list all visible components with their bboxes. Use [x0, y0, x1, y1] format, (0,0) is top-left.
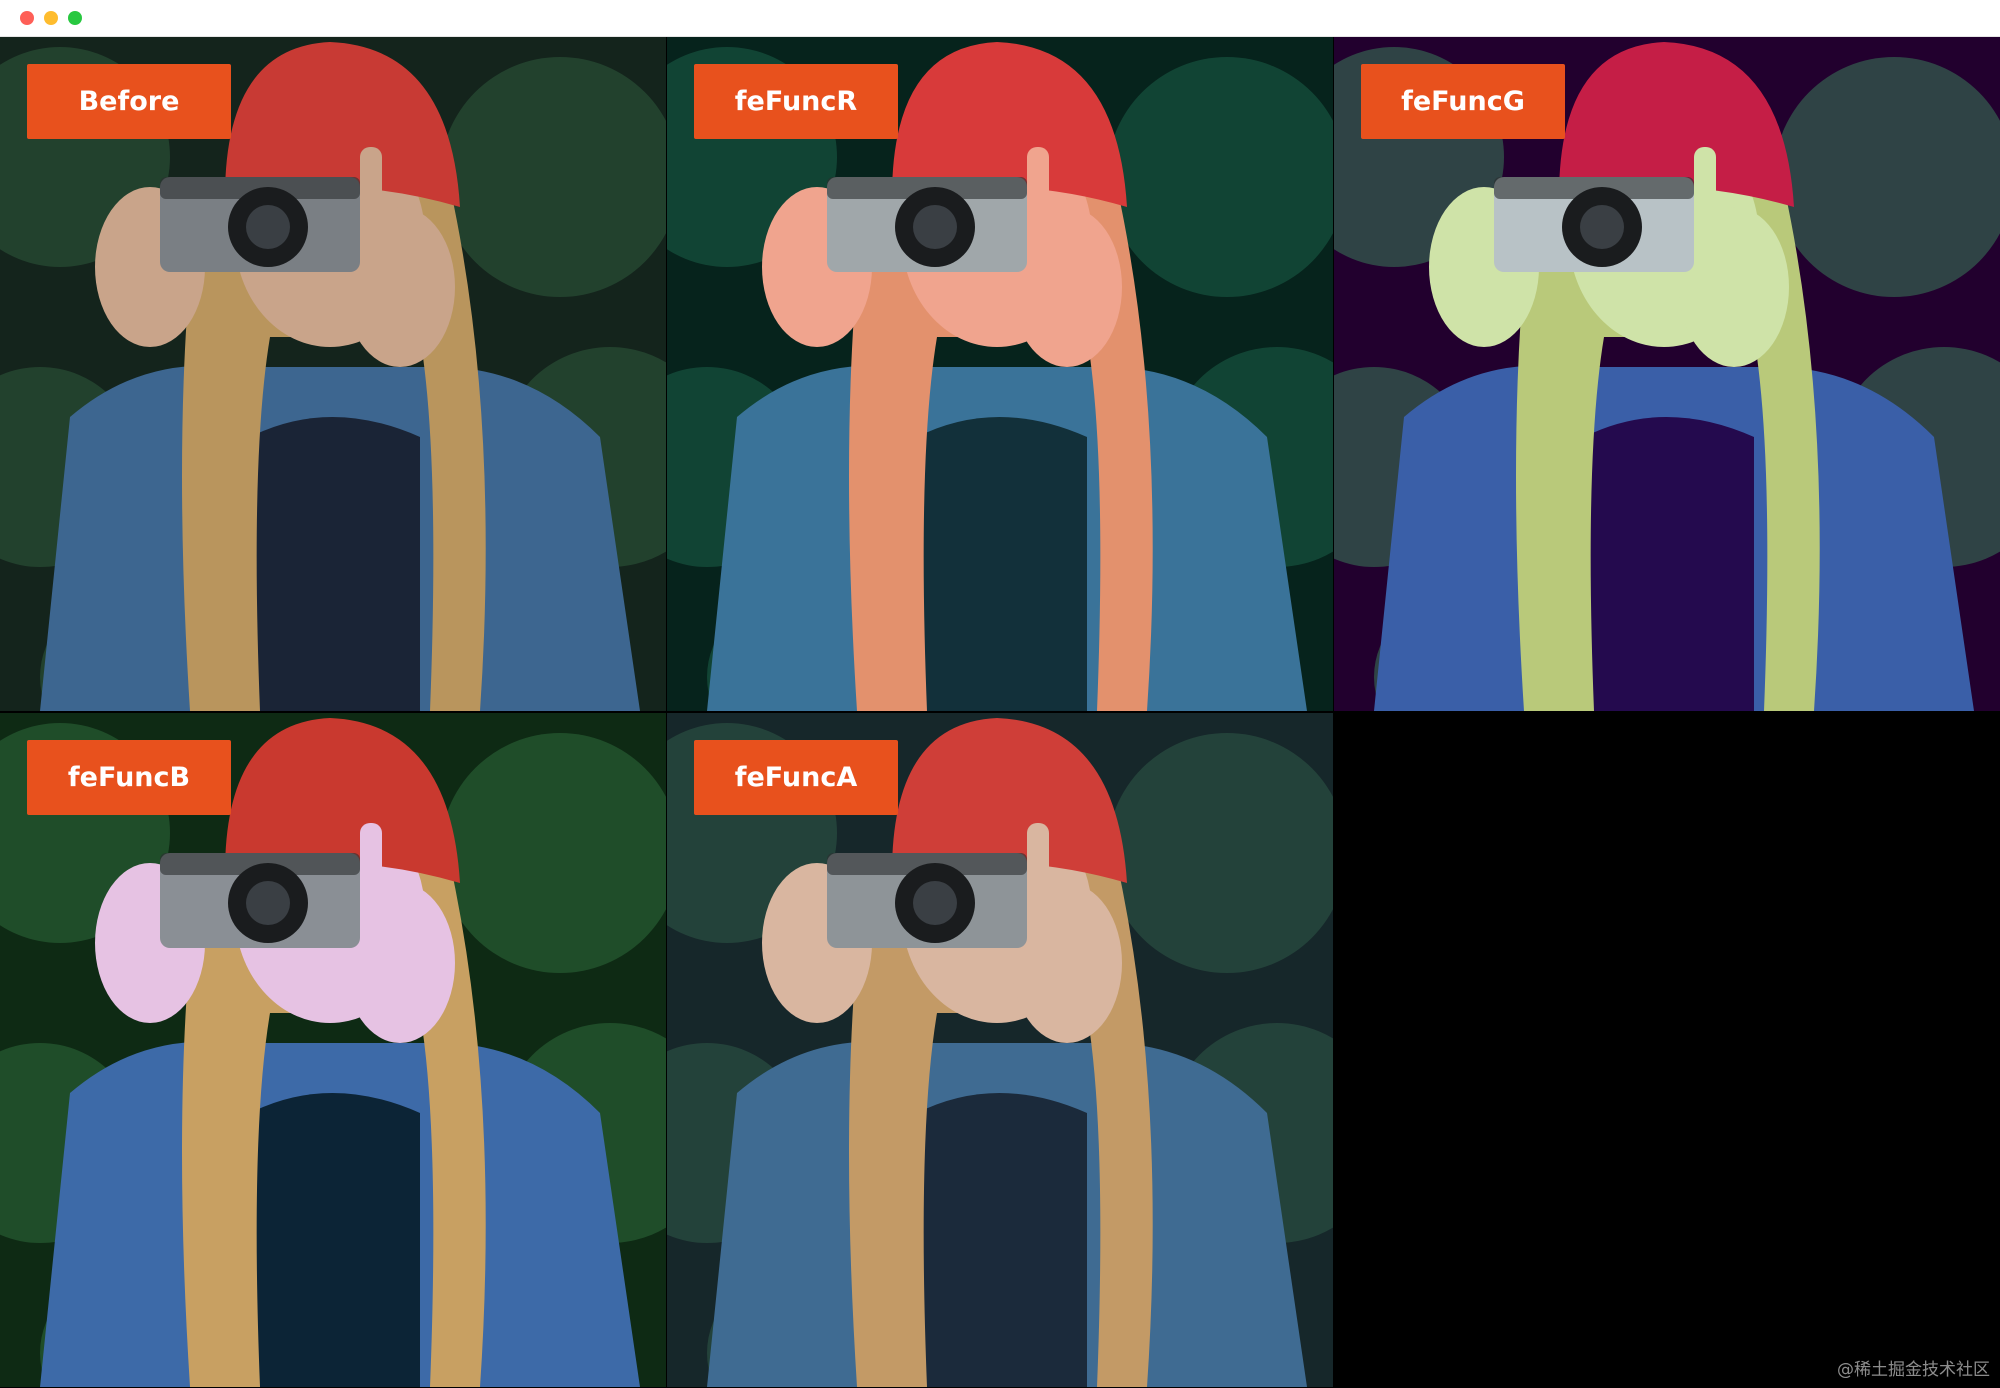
minimize-window-button[interactable]: [44, 11, 58, 25]
camera-lens-inner: [1580, 205, 1624, 249]
app-window: Before feFuncR feFuncG feFuncB feFuncA @…: [0, 0, 2000, 1388]
panel-label: feFuncB: [27, 740, 231, 815]
camera-lens-inner: [913, 205, 957, 249]
panel-fefunca: feFuncA: [667, 713, 1333, 1387]
panel-fefuncr: feFuncR: [667, 37, 1333, 711]
raised-finger: [1694, 147, 1716, 257]
raised-finger: [360, 823, 382, 933]
title-bar: [0, 0, 2000, 37]
panel-label: feFuncA: [694, 740, 898, 815]
camera-lens-inner: [246, 881, 290, 925]
shirt: [917, 417, 1087, 711]
shirt: [917, 1093, 1087, 1387]
shirt: [250, 1093, 420, 1387]
maximize-window-button[interactable]: [68, 11, 82, 25]
filter-comparison-grid: Before feFuncR feFuncG feFuncB feFuncA @…: [0, 37, 2000, 1388]
panel-before: Before: [0, 37, 666, 711]
panel-fefuncg: feFuncG: [1334, 37, 2000, 711]
raised-finger: [360, 147, 382, 257]
camera-lens-inner: [246, 205, 290, 249]
panel-label: feFuncG: [1361, 64, 1565, 139]
camera-lens-inner: [913, 881, 957, 925]
watermark-text: @稀土掘金技术社区: [1837, 1360, 1990, 1380]
panel-label: feFuncR: [694, 64, 898, 139]
panel-label: Before: [27, 64, 231, 139]
panel-fefuncb: feFuncB: [0, 713, 666, 1387]
raised-finger: [1027, 147, 1049, 257]
shirt: [250, 417, 420, 711]
shirt: [1584, 417, 1754, 711]
empty-panel: [1334, 713, 2000, 1387]
close-window-button[interactable]: [20, 11, 34, 25]
raised-finger: [1027, 823, 1049, 933]
